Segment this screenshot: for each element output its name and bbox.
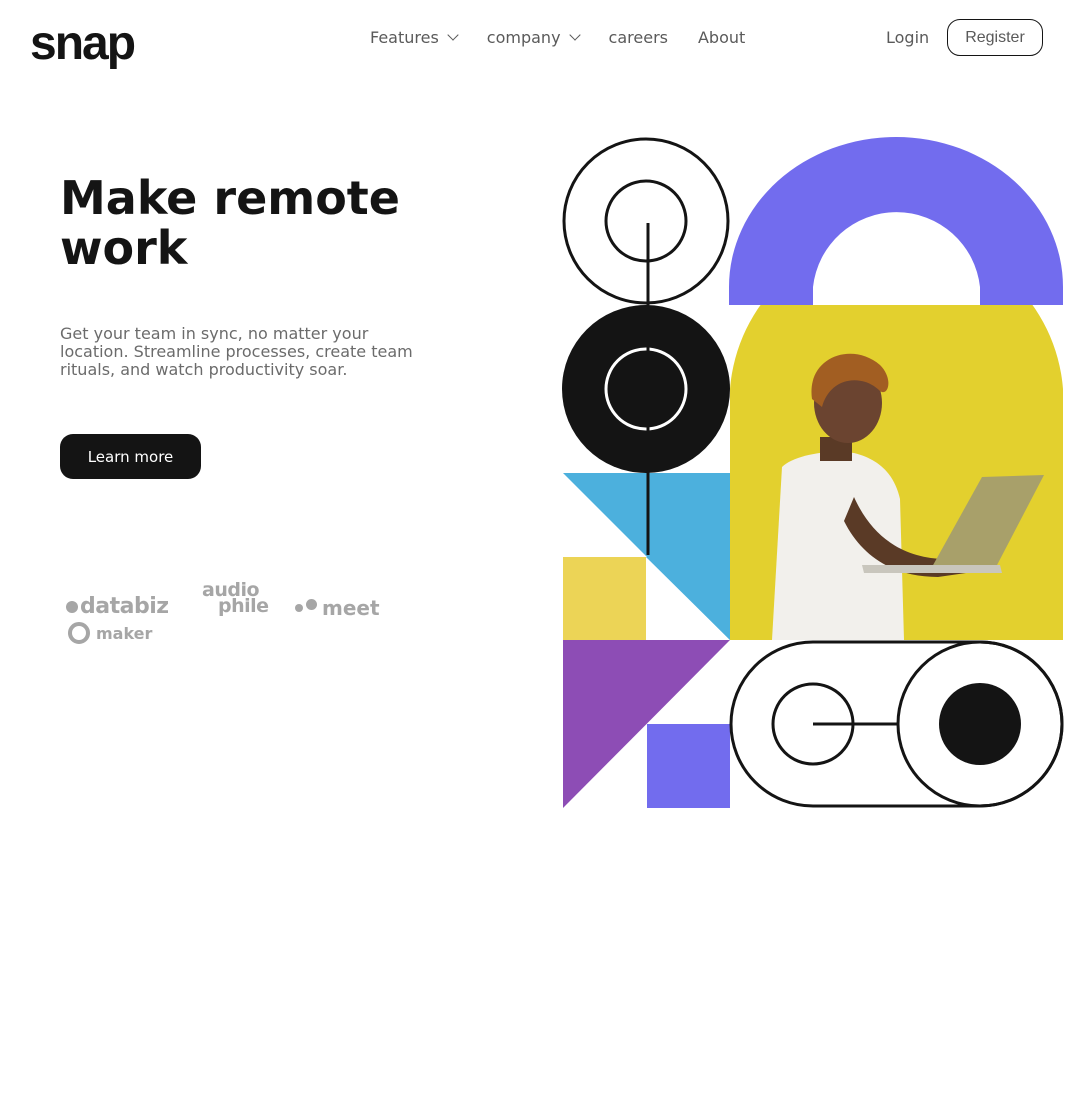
hero-title: Make remote work [60,171,400,275]
databiz-dot-icon [66,600,78,613]
databiz-logo: databiz [66,594,169,619]
brand-logo[interactable]: snap [30,16,136,72]
register-button[interactable]: Register [947,19,1043,56]
meet-dots-icon [295,598,317,612]
inner-ring-top-left [604,179,688,263]
nav-item-label: About [697,28,746,47]
audiophile-logo: audio phile [202,581,269,616]
purple-arch-shape [729,137,1063,305]
learn-more-button[interactable]: Learn more [60,434,201,479]
chevron-down-icon [447,29,459,41]
hero-description: Get your team in sync, no matter your lo… [60,324,413,379]
maker-wordmark: maker [96,623,153,643]
nav-item-label: Features [370,28,439,47]
black-circle [562,305,730,473]
meet-wordmark: meet [322,596,380,620]
nav-item-company[interactable]: company [486,27,581,49]
yellow-square [563,557,646,640]
main-nav: Features company careers About [370,27,745,49]
blue-triangle-right [646,557,730,640]
chevron-down-icon [568,29,581,41]
hero-illustration [562,137,1064,808]
laptop-base-shape [862,565,1002,573]
nav-item-careers[interactable]: careers [609,27,668,49]
nav-item-about[interactable]: About [698,27,745,49]
black-dot-circle [939,683,1021,765]
login-link[interactable]: Login [886,27,929,49]
nav-item-label: company [486,28,561,47]
meet-logo: meet [295,596,380,620]
maker-logo: maker [68,622,152,644]
databiz-wordmark: databiz [80,594,169,619]
nav-item-features[interactable]: Features [370,27,459,49]
nav-item-label: careers [608,28,668,47]
maker-circle-icon [68,622,90,644]
photo-arch [730,305,1063,640]
client-logos: databiz audio phile meet maker [66,580,406,650]
outline-ring-top-left [562,137,730,305]
purple-square [647,724,730,808]
